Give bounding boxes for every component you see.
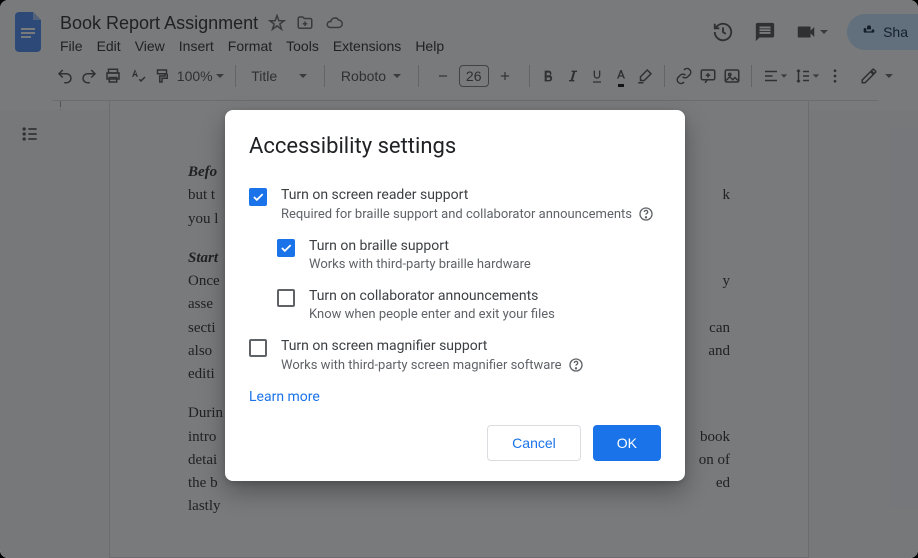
braille-desc: Works with third-party braille hardware (309, 257, 531, 272)
collaborator-desc: Know when people enter and exit your fil… (309, 307, 555, 322)
magnifier-checkbox[interactable] (249, 339, 267, 357)
accessibility-dialog: Accessibility settings Turn on screen re… (225, 110, 685, 481)
magnifier-desc: Works with third-party screen magnifier … (281, 357, 584, 373)
braille-label: Turn on braille support (309, 238, 531, 254)
braille-checkbox[interactable] (277, 239, 295, 257)
collaborator-label: Turn on collaborator announcements (309, 288, 555, 304)
screen-reader-checkbox[interactable] (249, 188, 267, 206)
screen-reader-label: Turn on screen reader support (281, 187, 654, 203)
help-icon[interactable] (568, 357, 584, 373)
collaborator-checkbox[interactable] (277, 289, 295, 307)
dialog-title: Accessibility settings (249, 134, 661, 159)
cancel-button[interactable]: Cancel (487, 425, 581, 461)
help-icon[interactable] (638, 206, 654, 222)
learn-more-link[interactable]: Learn more (249, 389, 320, 405)
screen-reader-desc: Required for braille support and collabo… (281, 206, 654, 222)
magnifier-label: Turn on screen magnifier support (281, 338, 584, 354)
ok-button[interactable]: OK (593, 425, 661, 461)
